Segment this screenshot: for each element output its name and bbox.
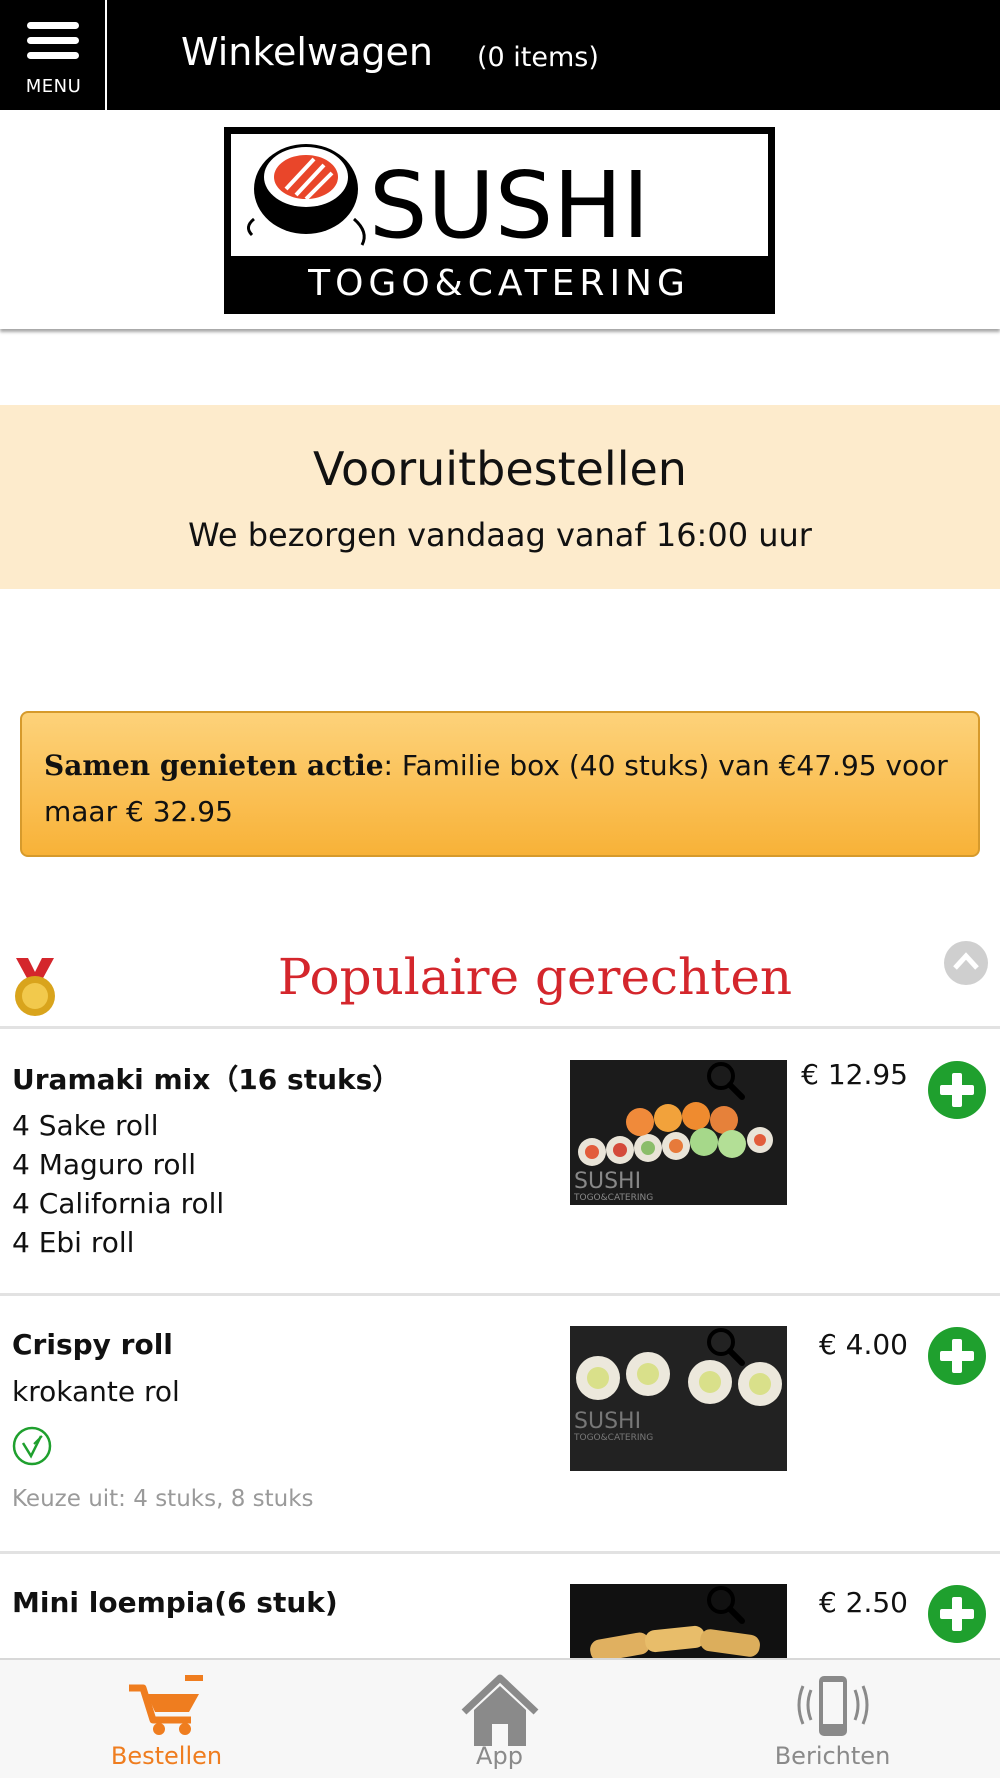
- cart-title[interactable]: Winkelwagen: [181, 30, 433, 74]
- preorder-title: Vooruitbestellen: [313, 442, 687, 496]
- phone-vibrate-icon: [797, 1676, 868, 1736]
- sushi-photo: SUSHI TOGO&CATERING: [570, 1060, 787, 1205]
- product-name: Crispy roll: [12, 1328, 173, 1361]
- preorder-subtitle: We bezorgen vandaag vanaf 16:00 uur: [188, 516, 812, 554]
- promo-banner[interactable]: Samen genieten actie: Familie box (40 st…: [20, 711, 980, 857]
- sushi-logo: SUSHI TOGO&CATERING: [224, 127, 775, 314]
- sushi-photo: SUSHI TOGO&CATERING: [570, 1326, 787, 1471]
- svg-text:SUSHI: SUSHI: [574, 1409, 641, 1434]
- add-to-cart-icon[interactable]: [927, 1584, 987, 1644]
- logo-brand: SUSHI: [369, 152, 649, 259]
- nav-label: App: [476, 1742, 523, 1770]
- product-row[interactable]: Uramaki mix（16 stuks） 4 Sake roll 4 Magu…: [0, 1032, 1000, 1296]
- svg-text:SUSHI: SUSHI: [574, 1169, 641, 1194]
- cart-icon: [128, 1675, 203, 1735]
- bottom-nav: Bestellen App Berichten: [0, 1658, 1000, 1778]
- product-line: krokante rol: [12, 1375, 180, 1408]
- preorder-banner: Vooruitbestellen We bezorgen vandaag van…: [0, 405, 1000, 589]
- product-line: 4 California roll: [12, 1187, 225, 1220]
- top-bar: MENU Winkelwagen (0 items): [0, 0, 1000, 110]
- logo-area: SUSHI TOGO&CATERING: [0, 110, 1000, 329]
- nav-label: Bestellen: [110, 1742, 223, 1770]
- product-description: 4 Sake roll 4 Maguro roll 4 California r…: [12, 1106, 224, 1262]
- product-line: 4 Sake roll: [12, 1109, 159, 1142]
- zoom-icon[interactable]: [705, 1584, 745, 1624]
- nav-app[interactable]: App: [333, 1660, 666, 1778]
- svg-text:TOGO&CATERING: TOGO&CATERING: [573, 1193, 653, 1203]
- loempia-photo: [570, 1584, 787, 1658]
- cart-count[interactable]: (0 items): [477, 42, 599, 73]
- product-image[interactable]: [570, 1584, 787, 1658]
- add-to-cart-icon[interactable]: [927, 1326, 987, 1386]
- svg-text:TOGO&CATERING: TOGO&CATERING: [573, 1433, 653, 1443]
- nav-bestellen[interactable]: Bestellen: [0, 1660, 333, 1778]
- product-row[interactable]: Mini loempia(6 stuk) € 2.50: [0, 1554, 1000, 1658]
- product-line: 4 Ebi roll: [12, 1226, 135, 1259]
- logo-tagline: TOGO&CATERING: [307, 263, 690, 304]
- section-header: Populaire gerechten: [0, 940, 1000, 1029]
- product-name: Uramaki mix（16 stuks）: [12, 1063, 401, 1096]
- nav-label: Berichten: [774, 1742, 891, 1770]
- product-price: € 12.95: [801, 1058, 908, 1091]
- product-row[interactable]: Crispy roll krokante rol Keuze uit: 4 st…: [0, 1296, 1000, 1554]
- promo-bold: Samen genieten actie: [44, 749, 384, 782]
- hamburger-icon: [27, 22, 79, 60]
- product-choice: Keuze uit: 4 stuks, 8 stuks: [12, 1486, 314, 1512]
- section-title: Populaire gerechten: [277, 948, 793, 1006]
- menu-button[interactable]: MENU: [0, 0, 107, 110]
- vegetarian-icon: [12, 1426, 52, 1466]
- product-line: 4 Maguro roll: [12, 1148, 197, 1181]
- product-name: Mini loempia(6 stuk): [12, 1586, 338, 1619]
- scroll-up-icon[interactable]: [943, 940, 989, 986]
- product-description: krokante rol: [12, 1372, 180, 1411]
- product-image[interactable]: SUSHI TOGO&CATERING: [570, 1326, 787, 1471]
- nav-berichten[interactable]: Berichten: [666, 1660, 999, 1778]
- zoom-icon[interactable]: [705, 1326, 745, 1366]
- zoom-icon[interactable]: [705, 1060, 745, 1100]
- product-price: € 2.50: [818, 1586, 908, 1619]
- menu-label: MENU: [25, 76, 82, 97]
- product-price: € 4.00: [818, 1328, 908, 1361]
- product-image[interactable]: SUSHI TOGO&CATERING: [570, 1060, 787, 1205]
- home-icon: [461, 1674, 538, 1746]
- add-to-cart-icon[interactable]: [927, 1060, 987, 1120]
